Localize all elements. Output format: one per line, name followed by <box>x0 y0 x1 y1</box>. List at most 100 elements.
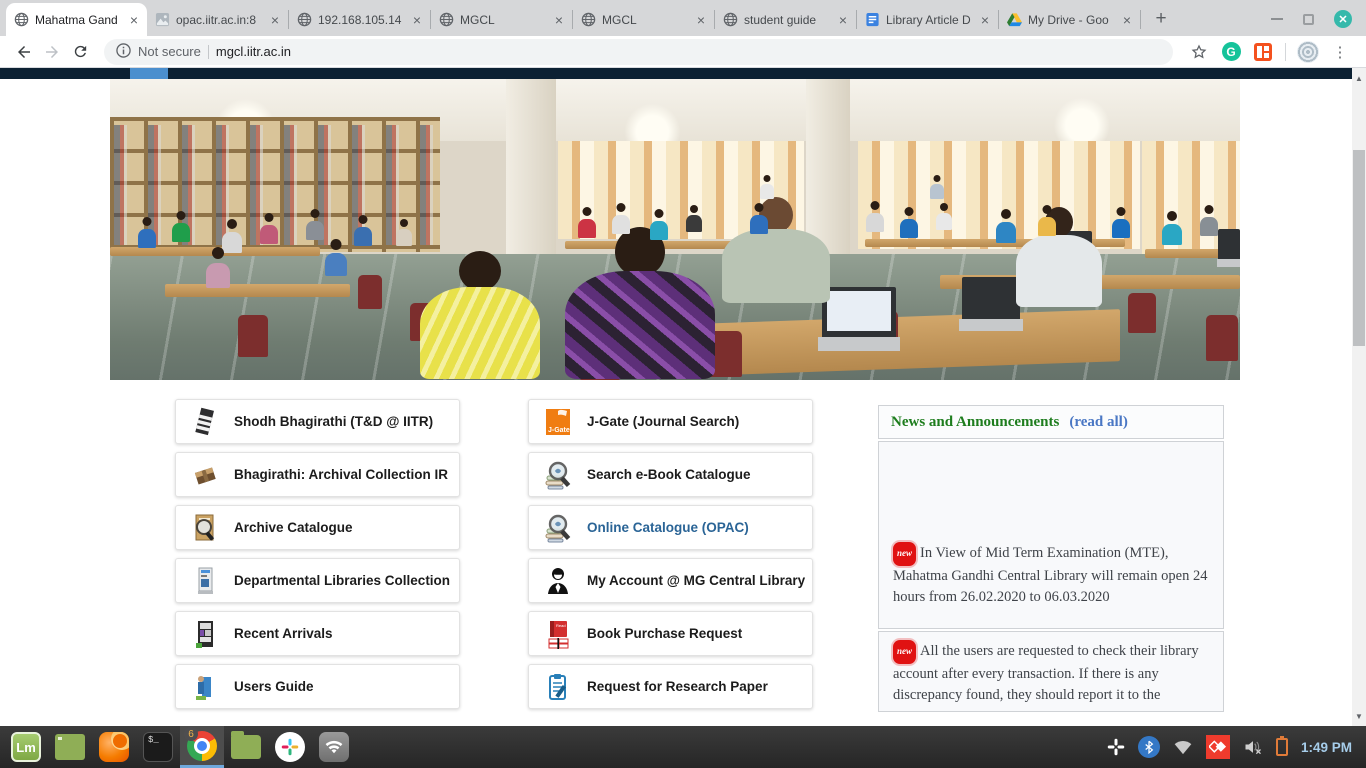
link-research-paper[interactable]: Request for Research Paper <box>528 664 813 709</box>
link-shodh-bhagirathi[interactable]: Shodh Bhagirathi (T&D @ IITR) <box>175 399 460 444</box>
close-icon[interactable]: × <box>695 13 707 27</box>
link-archival-collection[interactable]: Bhagirathi: Archival Collection IR <box>175 452 460 497</box>
bluetooth-icon[interactable] <box>1138 736 1160 758</box>
news-panel-header: News and Announcements (read all) <box>878 405 1224 439</box>
show-desktop-button[interactable] <box>48 726 92 768</box>
close-icon[interactable]: × <box>128 13 140 27</box>
nav-active-segment[interactable] <box>130 68 168 79</box>
banner-decor <box>565 227 715 379</box>
profile-avatar[interactable] <box>1295 39 1321 65</box>
desktop-screen: Mahatma Gand × opac.iitr.ac.in:8 × 192.1… <box>0 0 1366 768</box>
close-icon[interactable]: × <box>837 13 849 27</box>
link-ebook-catalogue[interactable]: Search e-Book Catalogue <box>528 452 813 497</box>
chrome-launcher-active[interactable]: 6 <box>180 726 224 768</box>
tab-mgcl-2[interactable]: MGCL × <box>573 3 714 36</box>
info-icon[interactable] <box>116 43 131 61</box>
wifi-signal-icon[interactable] <box>1173 740 1193 755</box>
tab-title: MGCL <box>602 13 689 27</box>
tab-mahatma-gandhi[interactable]: Mahatma Gand × <box>6 3 147 36</box>
banner-decor <box>655 209 664 218</box>
banner-decor <box>940 203 948 211</box>
volume-muted-icon[interactable] <box>1243 739 1263 755</box>
new-tab-button[interactable]: + <box>1147 5 1175 33</box>
terminal-launcher[interactable]: $_ <box>136 726 180 768</box>
link-recent-arrivals[interactable]: Recent Arrivals <box>175 611 460 656</box>
link-label: Departmental Libraries Collection <box>234 573 450 588</box>
anydesk-icon[interactable] <box>1206 735 1230 759</box>
banner-decor <box>930 175 944 199</box>
tab-library-article[interactable]: Library Article D × <box>857 3 998 36</box>
banner-decor <box>750 215 768 234</box>
firefox-launcher[interactable] <box>92 726 136 768</box>
link-label: Recent Arrivals <box>234 626 333 641</box>
book-search-icon <box>544 460 572 490</box>
page-scrollbar[interactable]: ▲ ▼ <box>1352 68 1366 726</box>
close-icon[interactable]: × <box>269 13 281 27</box>
link-book-purchase[interactable]: Read Book Purchase Request <box>528 611 813 656</box>
banner-decor <box>900 219 918 238</box>
banner-decor <box>1128 293 1156 333</box>
tab-mgcl-1[interactable]: MGCL × <box>431 3 572 36</box>
banner-decor <box>1167 211 1177 221</box>
url-text: mgcl.iitr.ac.in <box>216 44 291 59</box>
mint-menu-button[interactable]: Lm <box>4 726 48 768</box>
archive-box-icon <box>191 460 219 490</box>
files-launcher[interactable] <box>224 726 268 768</box>
globe-icon <box>438 12 454 28</box>
slack-launcher[interactable] <box>268 726 312 768</box>
minimize-icon[interactable] <box>1271 18 1283 20</box>
close-icon[interactable]: × <box>979 13 991 27</box>
tab-title: My Drive - Goo <box>1028 13 1115 27</box>
window-close-icon[interactable]: ✕ <box>1334 10 1352 28</box>
scroll-up-icon[interactable]: ▲ <box>1352 70 1366 86</box>
link-my-account[interactable]: My Account @ MG Central Library <box>528 558 813 603</box>
banner-decor <box>306 221 324 240</box>
link-users-guide[interactable]: Users Guide <box>175 664 460 709</box>
close-icon[interactable]: × <box>411 13 423 27</box>
banner-decor <box>1200 217 1218 236</box>
tab-ip-address[interactable]: 192.168.105.14 × <box>289 3 430 36</box>
close-icon[interactable]: × <box>553 13 565 27</box>
battery-icon[interactable] <box>1276 738 1288 756</box>
banner-decor <box>206 247 230 288</box>
news-read-all-link[interactable]: (read all) <box>1069 414 1127 431</box>
tab-my-drive[interactable]: My Drive - Goo × <box>999 3 1140 36</box>
scrollbar-thumb[interactable] <box>1353 150 1365 346</box>
forward-icon[interactable] <box>38 38 66 66</box>
banner-decor <box>138 229 156 248</box>
bookmark-star-icon[interactable] <box>1186 39 1212 65</box>
banner-decor <box>227 219 237 229</box>
tab-student-guide[interactable]: student guide × <box>715 3 856 36</box>
banner-decor <box>260 225 278 244</box>
tab-opac[interactable]: opac.iitr.ac.in:8 × <box>147 3 288 36</box>
slack-tray-icon[interactable] <box>1107 738 1125 756</box>
banner-decor <box>420 287 540 379</box>
banner-decor <box>760 175 774 199</box>
address-bar[interactable]: Not secure mgcl.iitr.ac.in <box>104 39 1173 65</box>
window-controls: ✕ <box>1263 10 1366 36</box>
banner-decor <box>1205 205 1214 214</box>
user-account-icon <box>544 566 572 596</box>
link-label: Book Purchase Request <box>587 626 742 641</box>
link-departmental-libraries[interactable]: Departmental Libraries Collection <box>175 558 460 603</box>
menu-dots-icon[interactable]: ⋮ <box>1327 39 1353 65</box>
clipboard-pen-icon <box>544 672 572 702</box>
wifi-icon <box>319 732 349 762</box>
link-label: Shodh Bhagirathi (T&D @ IITR) <box>234 414 433 429</box>
reload-icon[interactable] <box>66 38 94 66</box>
network-settings-launcher[interactable] <box>312 726 356 768</box>
scroll-down-icon[interactable]: ▼ <box>1352 708 1366 724</box>
link-opac[interactable]: Online Catalogue (OPAC) <box>528 505 813 550</box>
back-icon[interactable] <box>10 38 38 66</box>
maximize-icon[interactable] <box>1303 14 1314 25</box>
close-icon[interactable]: × <box>1121 13 1133 27</box>
clock[interactable]: 1:49 PM <box>1301 740 1352 755</box>
new-badge: new <box>893 542 916 566</box>
link-jgate[interactable]: J-Gate J-Gate (Journal Search) <box>528 399 813 444</box>
grammarly-extension-icon[interactable]: G <box>1218 39 1244 65</box>
link-archive-catalogue[interactable]: Archive Catalogue <box>175 505 460 550</box>
globe-icon <box>722 12 738 28</box>
banner-decor <box>996 222 1016 243</box>
extension-icon[interactable] <box>1250 39 1276 65</box>
banner-decor <box>755 203 764 212</box>
